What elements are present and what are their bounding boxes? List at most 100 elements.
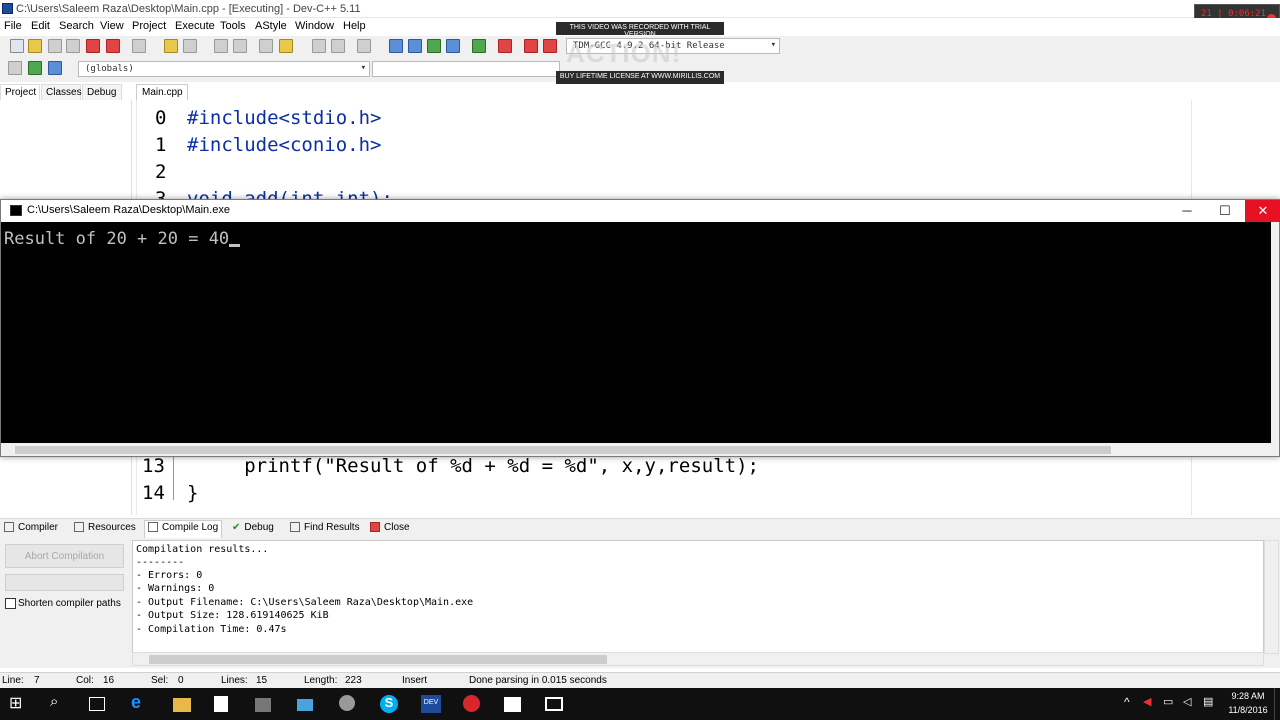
close-file-icon[interactable] — [86, 39, 100, 53]
menu-project[interactable]: Project — [132, 20, 166, 32]
close-icon — [370, 522, 380, 533]
compile-icon[interactable] — [389, 39, 403, 53]
status-line: 7 — [34, 675, 40, 686]
shorten-paths-checkbox[interactable] — [5, 598, 16, 609]
devcpp-taskbar-icon[interactable]: DEV — [421, 695, 441, 713]
scope-select-value: (globals) — [85, 64, 134, 74]
menu-help[interactable]: Help — [343, 20, 366, 32]
profile-icon[interactable] — [543, 39, 557, 53]
run-icon[interactable] — [408, 39, 422, 53]
menu-tools[interactable]: Tools — [220, 20, 246, 32]
store-icon[interactable] — [214, 696, 228, 712]
recorder-taskbar-icon[interactable] — [463, 695, 480, 712]
find-icon[interactable] — [214, 39, 228, 53]
tab-debug-bottom[interactable]: ✔ Debug — [232, 522, 274, 533]
console-horizontal-scrollbar[interactable] — [1, 443, 1279, 456]
forward-icon[interactable] — [331, 39, 345, 53]
class-browser-icon[interactable] — [48, 61, 62, 75]
tab-debug[interactable]: Debug — [82, 84, 122, 100]
scrollbar-thumb[interactable] — [149, 655, 607, 664]
menu-edit[interactable]: Edit — [31, 20, 50, 32]
compile-progress-bar — [5, 574, 124, 591]
app-icon[interactable] — [297, 699, 313, 711]
status-line-label: Line: — [2, 675, 24, 686]
console-output-text: Result of 20 + 20 = 40 — [4, 229, 230, 249]
replace-icon[interactable] — [233, 39, 247, 53]
menu-astyle[interactable]: AStyle — [255, 20, 287, 32]
skype-icon[interactable]: S — [380, 695, 398, 713]
app-icon[interactable] — [339, 695, 355, 711]
tab-compiler[interactable]: Compiler — [4, 522, 58, 533]
menu-view[interactable]: View — [100, 20, 124, 32]
ide-title-bar: C:\Users\Saleem Raza\Desktop\Main.cpp - … — [0, 0, 1280, 18]
keyboard-icon[interactable]: ▤ — [1203, 695, 1213, 708]
tab-main-cpp[interactable]: Main.cpp — [136, 84, 188, 100]
log-vertical-scrollbar[interactable] — [1264, 540, 1279, 654]
back-icon[interactable] — [312, 39, 326, 53]
chevron-up-icon[interactable]: ^ — [1124, 695, 1130, 709]
watermark-bottom: BUY LIFETIME LICENSE AT WWW.MIRILLIS.COM — [556, 71, 724, 84]
abort-compilation-button[interactable]: Abort Compilation — [5, 544, 124, 568]
syntax-check-icon[interactable] — [472, 39, 486, 53]
tab-classes[interactable]: Classes — [41, 84, 82, 100]
tab-resources[interactable]: Resources — [74, 522, 136, 533]
menu-execute[interactable]: Execute — [175, 20, 215, 32]
compile-run-icon[interactable] — [427, 39, 441, 53]
compile-log[interactable]: Compilation results... -------- - Errors… — [132, 540, 1264, 654]
menu-window[interactable]: Window — [295, 20, 334, 32]
undo-icon[interactable] — [164, 39, 178, 53]
scrollbar-thumb[interactable] — [15, 446, 1111, 454]
file-explorer-icon[interactable] — [173, 698, 191, 712]
tab-label: Compiler — [18, 522, 59, 533]
indent-icon[interactable] — [259, 39, 273, 53]
maximize-button[interactable]: ☐ — [1207, 200, 1243, 222]
chart-icon — [148, 522, 158, 533]
new-file-icon[interactable] — [10, 39, 24, 53]
function-select[interactable] — [372, 61, 560, 77]
windows-start-icon[interactable]: ⊞ — [9, 693, 27, 712]
search-icon[interactable]: ⌕ — [50, 693, 68, 711]
close-all-icon[interactable] — [106, 39, 120, 53]
tab-project[interactable]: Project — [0, 84, 40, 100]
recorder-tray-icon[interactable]: ◀ — [1143, 695, 1151, 708]
save-all-icon[interactable] — [66, 39, 80, 53]
unindent-icon[interactable] — [279, 39, 293, 53]
scope-select[interactable]: (globals) ▾ — [78, 61, 370, 77]
chevron-down-icon: ▾ — [360, 63, 366, 73]
show-desktop-button[interactable] — [1274, 688, 1280, 720]
goto-icon[interactable] — [28, 61, 42, 75]
watermark-top: THIS VIDEO WAS RECORDED WITH TRIAL VERSI… — [556, 22, 724, 38]
stop-execution-icon[interactable] — [498, 39, 512, 53]
edge-icon[interactable]: e — [131, 692, 149, 712]
console-title-bar[interactable]: C:\Users\Saleem Raza\Desktop\Main.exe ─ … — [1, 200, 1280, 222]
clock-date[interactable]: 11/8/2016 — [1226, 705, 1270, 715]
insert-icon[interactable] — [8, 61, 22, 75]
console-taskbar-icon[interactable] — [545, 697, 563, 711]
volume-icon[interactable]: ◁ — [1183, 695, 1191, 708]
app-icon[interactable] — [255, 698, 271, 712]
open-file-icon[interactable] — [28, 39, 42, 53]
print-icon[interactable] — [132, 39, 146, 53]
console-output-area[interactable]: Result of 20 + 20 = 40 — [1, 222, 1271, 443]
rebuild-icon[interactable] — [446, 39, 460, 53]
close-button[interactable]: ✕ — [1245, 200, 1280, 222]
task-view-icon[interactable] — [89, 697, 105, 711]
tab-find-results[interactable]: Find Results — [290, 522, 360, 533]
bottom-tabs: Compiler Resources Compile Log ✔ Debug Fi… — [0, 518, 1280, 539]
chart-icon[interactable] — [524, 39, 538, 53]
menu-search[interactable]: Search — [59, 20, 94, 32]
menu-file[interactable]: File — [4, 20, 22, 32]
log-horizontal-scrollbar[interactable] — [132, 652, 1264, 666]
code-line: #include<stdio.h> — [187, 107, 382, 129]
redo-icon[interactable] — [183, 39, 197, 53]
bookmark-icon[interactable] — [357, 39, 371, 53]
minimize-button[interactable]: ─ — [1169, 200, 1205, 222]
text-cursor — [229, 244, 241, 247]
clock-time[interactable]: 9:28 AM — [1228, 691, 1268, 701]
tab-close[interactable]: Close — [370, 522, 410, 533]
console-vertical-scrollbar[interactable] — [1271, 222, 1279, 443]
tab-compile-log[interactable]: Compile Log — [144, 520, 223, 539]
save-icon[interactable] — [48, 39, 62, 53]
photos-icon[interactable] — [504, 697, 521, 712]
network-icon[interactable]: ▭ — [1163, 695, 1173, 708]
